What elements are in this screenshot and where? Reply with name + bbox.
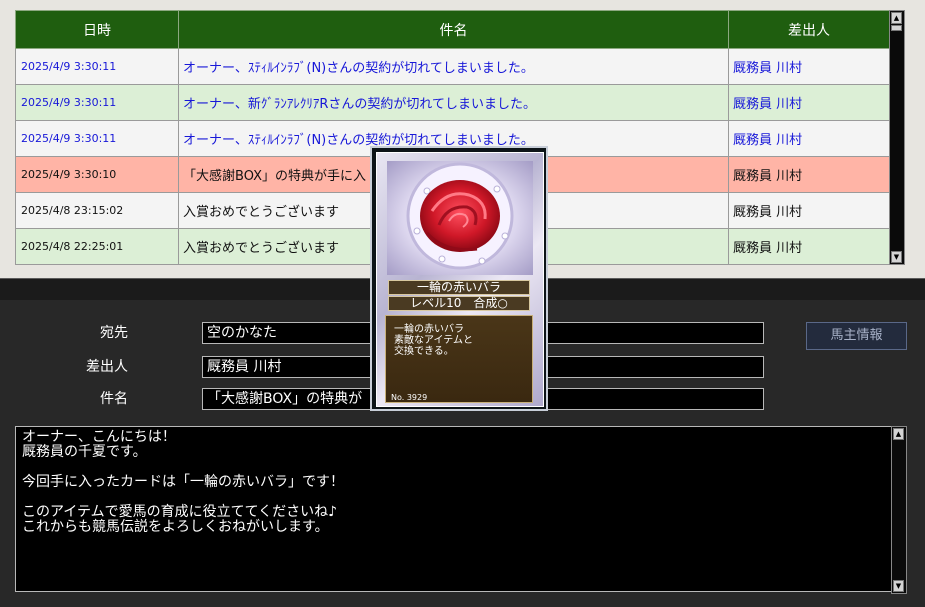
mail-body-line bbox=[22, 490, 905, 505]
card-name: 一輪の赤いバラ bbox=[388, 280, 530, 295]
horse-owner-info-button[interactable]: 馬主情報 bbox=[806, 322, 907, 350]
scroll-down-arrow-icon[interactable]: ▼ bbox=[893, 580, 904, 592]
to-label: 宛先 bbox=[100, 325, 128, 341]
mail-body-line: このアイテムで愛馬の育成に役立ててくださいね♪ bbox=[22, 504, 338, 520]
mail-body-scrollbar[interactable]: ▲ ▼ bbox=[891, 426, 907, 594]
mail-sender: 厩務員 川村 bbox=[728, 48, 890, 85]
card-description: 一輪の赤いバラ 素敵なアイテムと 交換できる。 bbox=[385, 315, 533, 403]
from-label: 差出人 bbox=[86, 359, 128, 375]
mail-date: 2025/4/9 3:30:10 bbox=[15, 156, 179, 193]
red-rose-icon bbox=[406, 162, 514, 270]
header-date[interactable]: 日時 bbox=[15, 10, 179, 49]
mail-date: 2025/4/9 3:30:11 bbox=[15, 84, 179, 121]
mail-body-line: 厩務員の千夏です。 bbox=[22, 444, 147, 460]
mail-list-scrollbar[interactable]: ▲ ▼ bbox=[889, 10, 905, 265]
rose-image bbox=[387, 161, 533, 275]
card-face: 一輪の赤いバラ レベル10 合成○ 一輪の赤いバラ 素敵なアイテムと 交換できる… bbox=[376, 152, 544, 407]
mail-sender: 厩務員 川村 bbox=[728, 192, 890, 229]
card-description-line: 一輪の赤いバラ bbox=[394, 324, 464, 335]
scroll-up-arrow-icon[interactable]: ▲ bbox=[891, 12, 902, 24]
card-description-line: 素敵なアイテムと bbox=[394, 335, 473, 346]
mail-row[interactable]: 2025/4/9 3:30:11 オーナー、新ｸﾞﾗﾝｱﾚｸﾘｱRさんの契約が切… bbox=[15, 84, 890, 121]
scroll-up-arrow-icon[interactable]: ▲ bbox=[893, 428, 904, 440]
mail-sender: 厩務員 川村 bbox=[728, 84, 890, 121]
header-sender[interactable]: 差出人 bbox=[728, 10, 890, 49]
mail-body-line: オーナー、こんにちは！ bbox=[22, 429, 176, 445]
mail-date: 2025/4/8 23:15:02 bbox=[15, 192, 179, 229]
mail-subject: オーナー、新ｸﾞﾗﾝｱﾚｸﾘｱRさんの契約が切れてしまいました。 bbox=[178, 84, 729, 121]
item-card-popup: 一輪の赤いバラ レベル10 合成○ 一輪の赤いバラ 素敵なアイテムと 交換できる… bbox=[370, 146, 548, 411]
subject-label: 件名 bbox=[100, 391, 128, 407]
mail-date: 2025/4/9 3:30:11 bbox=[15, 120, 179, 157]
card-description-line: 交換できる。 bbox=[394, 346, 454, 357]
mail-body-line bbox=[22, 460, 905, 475]
mail-sender: 厩務員 川村 bbox=[728, 228, 890, 265]
mail-sender: 厩務員 川村 bbox=[728, 120, 890, 157]
mail-sender: 厩務員 川村 bbox=[728, 156, 890, 193]
mail-body-line: これからも競馬伝説をよろしくおねがいします。 bbox=[22, 519, 329, 535]
mail-body: オーナー、こんにちは！ 厩務員の千夏です。 今回手に入ったカードは「一輪の赤いバ… bbox=[15, 426, 906, 592]
mail-row[interactable]: 2025/4/9 3:30:11 オーナー、ｽﾃｨﾙｲﾝﾗﾌﾞ(N)さんの契約が… bbox=[15, 48, 890, 85]
scroll-down-arrow-icon[interactable]: ▼ bbox=[891, 251, 902, 263]
mail-list-header: 日時 件名 差出人 bbox=[15, 10, 890, 49]
scrollbar-thumb[interactable] bbox=[891, 25, 902, 31]
card-level: レベル10 合成○ bbox=[388, 296, 530, 311]
header-subject[interactable]: 件名 bbox=[178, 10, 729, 49]
card-number: No. 3929 bbox=[391, 393, 428, 402]
mail-subject: オーナー、ｽﾃｨﾙｲﾝﾗﾌﾞ(N)さんの契約が切れてしまいました。 bbox=[178, 48, 729, 85]
mail-body-line: 今回手に入ったカードは「一輪の赤いバラ」です！ bbox=[22, 474, 344, 490]
mail-date: 2025/4/8 22:25:01 bbox=[15, 228, 179, 265]
mail-date: 2025/4/9 3:30:11 bbox=[15, 48, 179, 85]
